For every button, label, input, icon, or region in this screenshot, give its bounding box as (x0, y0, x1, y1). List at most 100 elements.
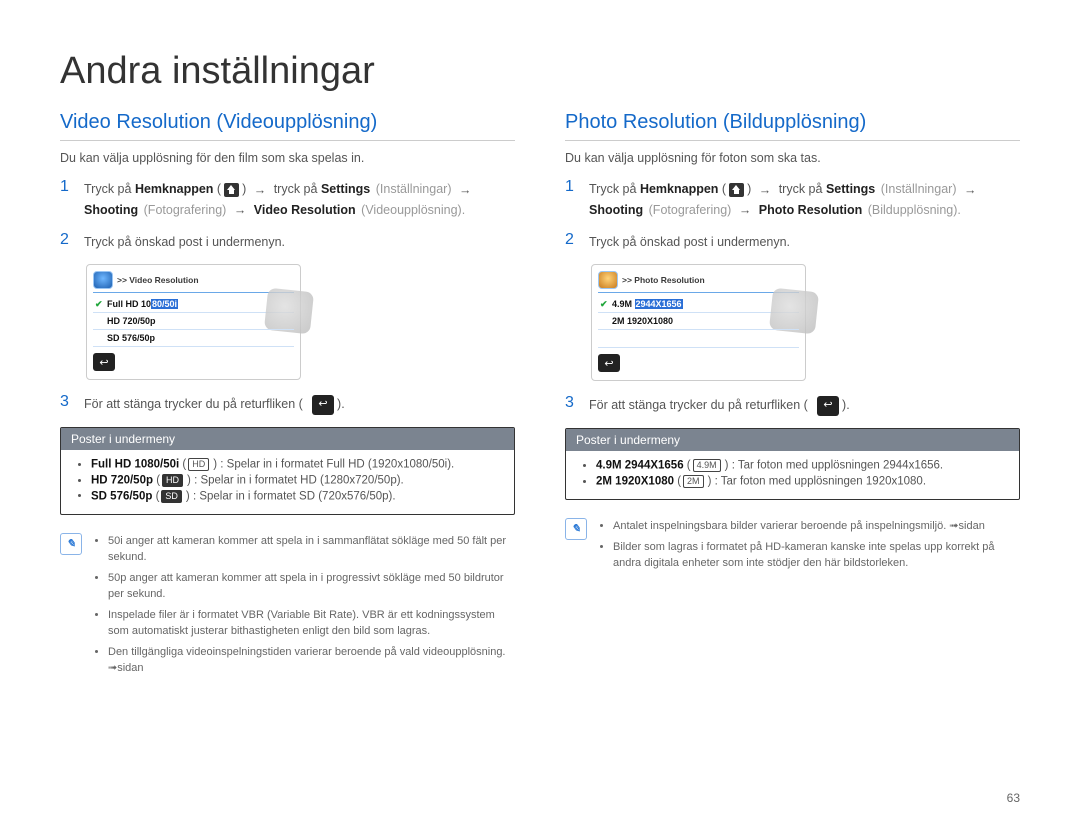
text: 2944X1656 (635, 299, 683, 309)
text: HD 720/50p (91, 475, 153, 487)
arrow-icon (755, 180, 776, 200)
submenu-item: Full HD 1080/50i (HD) : Spelar in i form… (91, 458, 500, 471)
text: : Spelar in i formatet SD (720x576/50p). (193, 490, 396, 502)
settings-label: Settings (826, 182, 875, 196)
shooting-label: Shooting (589, 203, 643, 217)
step-number: 2 (565, 232, 579, 248)
text: (Videoupplösning). (361, 203, 465, 217)
note-item: Den tillgängliga videoinspelningstiden v… (108, 644, 515, 677)
text: ). (842, 398, 850, 412)
note-icon: ✎ (565, 518, 587, 540)
text: SD 576/50p (91, 490, 152, 502)
text: Full HD 1080/50i (91, 459, 179, 471)
photo-screenshot: >> Photo Resolution ✔ 4.9M 2944X1656 2M … (591, 264, 806, 381)
text: tryck på (274, 182, 321, 196)
text: : Tar foton med upplösningen 1920x1080. (715, 476, 926, 488)
arrow-icon (735, 200, 756, 220)
mode-badge-icon (93, 271, 113, 289)
step-number: 3 (60, 394, 74, 410)
video-submenu-box: Poster i undermeny Full HD 1080/50i (HD)… (60, 427, 515, 514)
step-number: 1 (565, 179, 579, 195)
photo-intro: Du kan välja upplösning för foton som sk… (565, 151, 1020, 165)
screenshot-title: >> Video Resolution (117, 275, 199, 285)
step-number: 1 (60, 179, 74, 195)
photo-step-2: 2 Tryck på önskad post i undermenyn. (565, 232, 1020, 252)
submenu-item: SD 576/50p (SD) : Spelar in i formatet S… (91, 490, 500, 503)
video-notes: ✎ 50i anger att kameran kommer att spela… (60, 533, 515, 681)
text: (Fotografering) (649, 203, 732, 217)
video-step-3: 3 För att stänga trycker du på returflik… (60, 394, 515, 415)
video-intro: Du kan välja upplösning för den film som… (60, 151, 515, 165)
video-heading: Video Resolution (Videoupplösning) (60, 111, 515, 141)
text: Tryck på önskad post i undermenyn. (589, 232, 1020, 252)
text: Full HD 10 (107, 299, 151, 309)
video-step-1: 1 Tryck på Hemknappen () tryck på Settin… (60, 179, 515, 220)
return-icon (817, 396, 838, 417)
video-resolution-section: Video Resolution (Videoupplösning) Du ka… (60, 111, 515, 681)
home-icon (224, 183, 239, 197)
text: För att stänga trycker du på returfliken… (84, 397, 303, 411)
hd-tag: HD (188, 458, 209, 471)
note-item: Bilder som lagras i formatet på HD-kamer… (613, 539, 1020, 572)
mp-tag: 2M (683, 475, 704, 488)
text: ). (337, 397, 345, 411)
text: Tryck på (84, 182, 135, 196)
submenu-item: HD 720/50p (HD) : Spelar in i formatet H… (91, 474, 500, 487)
text: : Tar foton med upplösningen 2944x1656. (732, 460, 943, 472)
submenu-item: 4.9M 2944X1656 (4.9M) : Tar foton med up… (596, 459, 1005, 472)
submenu-title: Poster i undermeny (61, 428, 514, 450)
screenshot-title: >> Photo Resolution (622, 275, 705, 285)
resolution-row-49m[interactable]: ✔ 4.9M 2944X1656 (598, 296, 799, 313)
arrow-icon (250, 180, 271, 200)
back-button[interactable] (598, 354, 620, 372)
home-button-label: Hemknappen (640, 182, 719, 196)
text: tryck på (779, 182, 826, 196)
back-button[interactable] (93, 353, 115, 371)
photo-step-3: 3 För att stänga trycker du på returflik… (565, 395, 1020, 416)
resolution-row-full-hd[interactable]: ✔ Full HD 1080/50i (93, 296, 294, 313)
arrow-icon (960, 180, 981, 200)
home-button-label: Hemknappen (135, 182, 214, 196)
arrow-icon (455, 180, 476, 200)
text: För att stänga trycker du på returfliken… (589, 398, 808, 412)
text: Tryck på (589, 182, 640, 196)
photo-submenu-box: Poster i undermeny 4.9M 2944X1656 (4.9M)… (565, 428, 1020, 500)
submenu-item: 2M 1920X1080 (2M) : Tar foton med upplös… (596, 475, 1005, 488)
text: 2M 1920X1080 (596, 476, 674, 488)
text: : Spelar in i formatet HD (1280x720/50p)… (194, 475, 404, 487)
step-number: 2 (60, 232, 74, 248)
note-item: 50i anger att kameran kommer att spela i… (108, 533, 515, 566)
text: (Fotografering) (144, 203, 227, 217)
hd-tag: HD (162, 474, 183, 487)
page-title: Andra inställningar (60, 50, 1020, 93)
check-icon: ✔ (95, 299, 103, 310)
mode-badge-icon (598, 271, 618, 289)
note-item: Inspelade filer är i formatet VBR (Varia… (108, 607, 515, 640)
text: (Inställningar) (881, 182, 957, 196)
note-icon: ✎ (60, 533, 82, 555)
resolution-row-2m[interactable]: 2M 1920X1080 (598, 313, 799, 330)
note-item: Antalet inspelningsbara bilder varierar … (613, 518, 1020, 535)
photo-step-1: 1 Tryck på Hemknappen () tryck på Settin… (565, 179, 1020, 220)
note-item: 50p anger att kameran kommer att spela i… (108, 570, 515, 603)
return-icon (312, 395, 333, 416)
photo-resolution-section: Photo Resolution (Bildupplösning) Du kan… (565, 111, 1020, 681)
shooting-label: Shooting (84, 203, 138, 217)
settings-label: Settings (321, 182, 370, 196)
mp-tag: 4.9M (693, 459, 721, 472)
resolution-row-hd[interactable]: HD 720/50p (93, 313, 294, 330)
target-label: Video Resolution (254, 203, 356, 217)
text: 4.9M 2944X1656 (596, 460, 684, 472)
step-number: 3 (565, 395, 579, 411)
submenu-title: Poster i undermeny (566, 429, 1019, 451)
check-icon: ✔ (600, 299, 608, 310)
text: : Spelar in i formatet Full HD (1920x108… (220, 459, 454, 471)
photo-notes: ✎ Antalet inspelningsbara bilder variera… (565, 518, 1020, 576)
text: Tryck på önskad post i undermenyn. (84, 232, 515, 252)
resolution-row-sd[interactable]: SD 576/50p (93, 330, 294, 347)
text: (Inställningar) (376, 182, 452, 196)
video-step-2: 2 Tryck på önskad post i undermenyn. (60, 232, 515, 252)
two-column-layout: Video Resolution (Videoupplösning) Du ka… (60, 111, 1020, 681)
target-label: Photo Resolution (759, 203, 862, 217)
text: 80/50i (151, 299, 178, 309)
